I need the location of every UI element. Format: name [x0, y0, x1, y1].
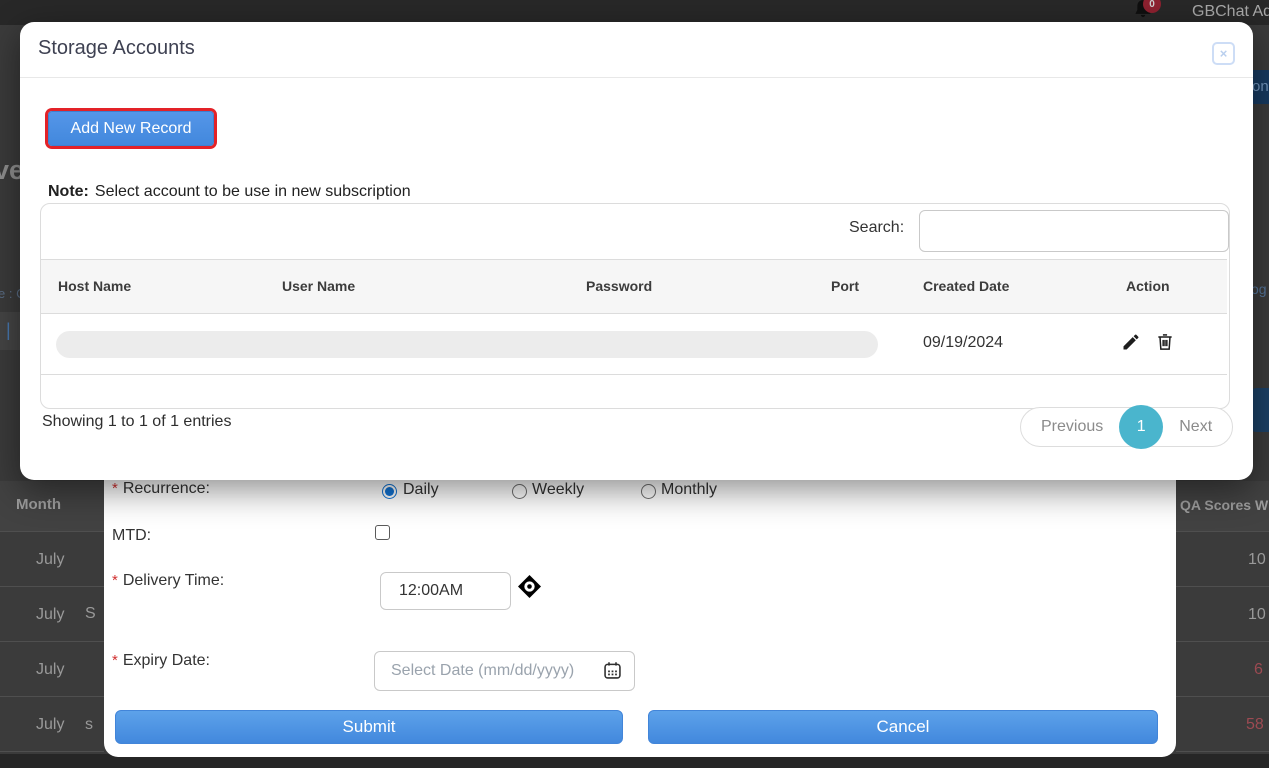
bg-row-month: July: [36, 551, 64, 569]
submit-button[interactable]: Submit: [115, 710, 623, 744]
modal-title: Storage Accounts: [38, 37, 195, 60]
bg-row-divider: [0, 751, 104, 752]
note-text: Note:Select account to be use in new sub…: [48, 183, 411, 201]
required-marker: *: [112, 572, 118, 589]
recurrence-label: *Recurrence:: [112, 480, 210, 498]
time-picker-icon[interactable]: [518, 575, 541, 603]
close-icon[interactable]: ×: [1212, 42, 1235, 65]
radio-weekly[interactable]: [512, 484, 527, 499]
col-password: Password: [586, 278, 652, 294]
radio-daily[interactable]: [382, 484, 397, 499]
bg-row-month: July: [36, 661, 64, 679]
bg-row-divider: [1176, 586, 1269, 587]
screen: 0 GBChat Ad ve e : C | on og Month QA Sc…: [0, 0, 1269, 768]
bg-row-score: 10: [1248, 551, 1266, 569]
next-page-button[interactable]: Next: [1179, 418, 1212, 436]
cancel-button[interactable]: Cancel: [648, 710, 1158, 744]
col-action: Action: [1126, 278, 1170, 294]
bg-row-month: July: [36, 716, 64, 734]
table-row[interactable]: 09/19/2024: [41, 314, 1227, 375]
expiry-date-input[interactable]: [374, 651, 635, 691]
bg-month-header: Month: [16, 496, 61, 513]
header-divider: [20, 77, 1253, 78]
showing-entries-text: Showing 1 to 1 of 1 entries: [42, 413, 231, 431]
radio-daily-label[interactable]: Daily: [403, 481, 439, 499]
radio-weekly-label[interactable]: Weekly: [532, 481, 584, 499]
expiry-date-field: [374, 651, 635, 691]
app-brand: GBChat Ad: [1192, 3, 1269, 21]
bg-row-score: 6: [1254, 661, 1263, 679]
accounts-table-card: Search: Host Name User Name Password Por…: [40, 203, 1230, 409]
col-created-date: Created Date: [923, 278, 1009, 294]
bg-row-divider: [0, 531, 104, 532]
subscription-form-modal: *Recurrence: Daily Weekly Monthly MTD: *…: [104, 455, 1176, 757]
search-label: Search:: [849, 219, 904, 237]
edit-icon[interactable]: [1121, 332, 1143, 354]
bg-qa-header: QA Scores W: [1180, 497, 1268, 513]
col-user-name: User Name: [282, 278, 355, 294]
calendar-icon[interactable]: [602, 660, 623, 686]
bg-row-divider: [1176, 641, 1269, 642]
required-marker: *: [112, 652, 118, 669]
page-1-button[interactable]: 1: [1119, 405, 1163, 449]
bg-row-divider: [1176, 531, 1269, 532]
bg-row-divider: [0, 641, 104, 642]
bg-row-extra: s: [85, 716, 93, 734]
expiry-date-label: *Expiry Date:: [112, 652, 210, 670]
bg-row-score: 58: [1246, 716, 1264, 734]
bg-row-score: 10: [1248, 606, 1266, 624]
bg-row-extra: S: [85, 605, 96, 623]
mtd-checkbox[interactable]: [375, 525, 390, 540]
bg-row-divider: [1176, 751, 1269, 752]
required-marker: *: [112, 480, 118, 497]
search-input[interactable]: [919, 210, 1229, 252]
bg-row-month: July: [36, 606, 64, 624]
bg-row-divider: [0, 696, 104, 697]
background-link-fragment: og: [1251, 281, 1267, 297]
col-port: Port: [831, 278, 859, 294]
note-label: Note:: [48, 183, 89, 200]
table-header-row: Host Name User Name Password Port Create…: [41, 259, 1227, 314]
delete-icon[interactable]: [1155, 332, 1177, 354]
radio-monthly-label[interactable]: Monthly: [661, 481, 717, 499]
delivery-time-input[interactable]: [380, 572, 511, 610]
previous-page-button[interactable]: Previous: [1041, 418, 1103, 436]
radio-monthly[interactable]: [641, 484, 656, 499]
mtd-label: MTD:: [112, 527, 151, 545]
col-host-name: Host Name: [58, 278, 131, 294]
bg-row-divider: [0, 586, 104, 587]
delivery-time-label: *Delivery Time:: [112, 572, 224, 590]
redacted-account-data: [56, 331, 878, 358]
storage-accounts-modal: Storage Accounts × Add New Record Note:S…: [20, 22, 1253, 480]
created-date-cell: 09/19/2024: [923, 334, 1003, 352]
pagination: Previous 1 Next: [1020, 407, 1233, 447]
add-new-record-button[interactable]: Add New Record: [48, 111, 214, 146]
bg-row-divider: [1176, 696, 1269, 697]
